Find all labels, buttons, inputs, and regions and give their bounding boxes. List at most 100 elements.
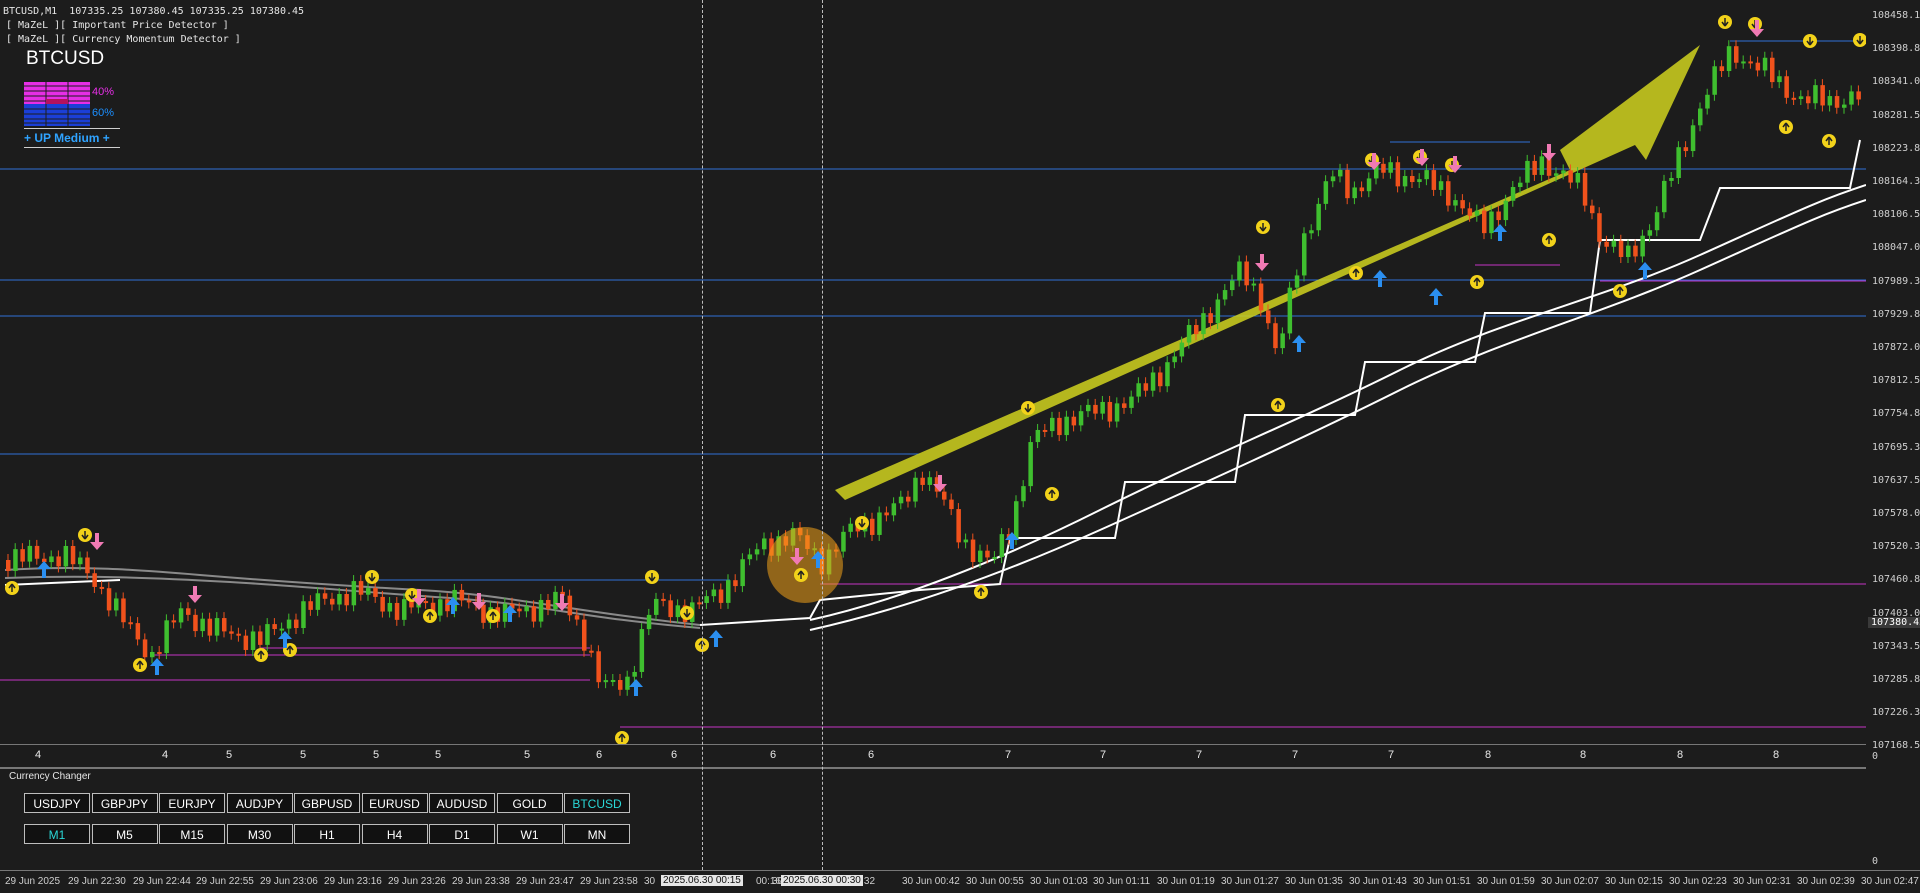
- chart-area[interactable]: BTCUSD,M1 107335.25 107380.45 107335.25 …: [0, 0, 1867, 744]
- time-axis[interactable]: 29 Jun 2025 29 Jun 22:30 29 Jun 22:44 29 Ju…: [0, 870, 1920, 893]
- candle: [747, 554, 753, 560]
- candle: [157, 651, 162, 654]
- session-number: 5: [300, 749, 307, 761]
- candle: [1395, 162, 1401, 187]
- candle: [1417, 179, 1422, 183]
- candle: [27, 545, 33, 562]
- timeframe-button-mn[interactable]: MN: [564, 824, 630, 844]
- candle: [913, 477, 918, 502]
- session-number: 6: [671, 749, 678, 761]
- candle: [949, 499, 954, 510]
- time-axis-label: 30 Jun 01:51: [1413, 876, 1471, 887]
- symbol-button-audjpy[interactable]: AUDJPY: [226, 793, 293, 813]
- indicator-label-momentum-detector: [ MaZeL ][ Currency Momentum Detector ]: [6, 34, 241, 45]
- candle: [1201, 313, 1206, 335]
- candle: [985, 550, 990, 558]
- session-number: 6: [868, 749, 875, 761]
- signal-highlight-circle: [767, 527, 843, 603]
- time-axis-label: 29 Jun 23:47: [516, 876, 574, 887]
- timeframe-button-d1[interactable]: D1: [429, 824, 495, 844]
- candle: [1158, 372, 1163, 387]
- candle: [373, 588, 378, 597]
- sell-arrow-icon: [1255, 254, 1269, 271]
- candle: [466, 600, 472, 603]
- time-axis-label: 29 Jun 22:30: [68, 876, 126, 887]
- symbol-button-gold[interactable]: GOLD: [496, 793, 563, 813]
- candle: [524, 606, 529, 612]
- candle: [906, 496, 911, 502]
- candle: [1662, 180, 1667, 213]
- session-number: 7: [1100, 749, 1107, 761]
- symbol-button-audusd[interactable]: AUDUSD: [429, 793, 495, 813]
- candle: [1532, 160, 1537, 175]
- price-axis-label: 107226.30: [1872, 707, 1920, 719]
- timeframe-button-m1[interactable]: M1: [24, 824, 90, 844]
- session-number: 7: [1292, 749, 1299, 761]
- timeframe-button-w1[interactable]: W1: [496, 824, 563, 844]
- candle: [1690, 125, 1696, 152]
- session-number: 8: [1580, 749, 1587, 761]
- candle: [164, 620, 169, 654]
- candle: [1057, 417, 1062, 436]
- timeframe-button-h4[interactable]: H4: [361, 824, 428, 844]
- candle: [1230, 280, 1235, 291]
- candle: [1258, 283, 1264, 311]
- candle: [20, 549, 25, 562]
- price-axis-label: 107695.30: [1872, 441, 1920, 453]
- candle: [1712, 66, 1717, 95]
- candle: [1827, 96, 1833, 106]
- price-axis-label: 108047.05: [1872, 242, 1920, 254]
- session-number: 6: [596, 749, 603, 761]
- symbol-button-usdjpy[interactable]: USDJPY: [24, 793, 90, 813]
- candle: [1438, 181, 1444, 190]
- candle: [733, 580, 738, 587]
- symbol-button-gbpjpy[interactable]: GBPJPY: [91, 793, 158, 813]
- candle: [1251, 283, 1257, 286]
- candle: [1100, 401, 1105, 414]
- symbol-button-gbpusd[interactable]: GBPUSD: [294, 793, 360, 813]
- candle: [1424, 170, 1429, 180]
- candle: [553, 591, 558, 610]
- time-axis-label: 30 Jun 02:39: [1797, 876, 1855, 887]
- candle: [142, 639, 148, 658]
- candle: [567, 595, 573, 616]
- price-axis[interactable]: 108458.10 108398.80 108341.05 108281.55 1082…: [1866, 0, 1920, 751]
- time-axis-label: 30 Jun 00:42: [902, 876, 960, 887]
- candle: [1611, 240, 1617, 247]
- candle: [1482, 210, 1487, 234]
- candle: [1856, 91, 1861, 100]
- symbol-button-btcusd[interactable]: BTCUSD: [564, 793, 630, 813]
- candle: [1050, 417, 1055, 432]
- candle: [1273, 323, 1278, 349]
- timeframe-button-m5[interactable]: M5: [91, 824, 158, 844]
- symbol-info: BTCUSD,M1 107335.25 107380.45 107335.25 …: [3, 6, 305, 17]
- candle: [114, 598, 119, 611]
- candle: [1633, 245, 1638, 257]
- candle: [1338, 169, 1343, 177]
- timeframe-button-m30[interactable]: M30: [226, 824, 293, 844]
- symbol-button-eurusd[interactable]: EURUSD: [361, 793, 428, 813]
- candle: [718, 589, 724, 603]
- symbol-button-eurjpy[interactable]: EURJPY: [159, 793, 225, 813]
- candle: [193, 614, 198, 632]
- candle: [1028, 442, 1033, 487]
- candle: [1510, 187, 1516, 201]
- candle: [1208, 313, 1213, 324]
- candle: [380, 596, 385, 612]
- candle: [186, 608, 191, 615]
- candle: [704, 596, 709, 603]
- timeframe-button-h1[interactable]: H1: [294, 824, 360, 844]
- candle: [294, 619, 299, 629]
- candle: [265, 624, 270, 645]
- time-axis-label: 30 Jun 01:11: [1093, 876, 1151, 887]
- price-chart[interactable]: [0, 0, 1866, 744]
- candle: [1640, 235, 1645, 257]
- timeframe-button-m15[interactable]: M15: [159, 824, 225, 844]
- candle: [1777, 76, 1782, 83]
- candle: [85, 557, 90, 574]
- candle: [841, 531, 846, 552]
- candle: [625, 676, 630, 690]
- sell-arrow-icon: [188, 586, 202, 603]
- price-axis-label: 107872.05: [1872, 342, 1920, 353]
- candle: [236, 633, 241, 636]
